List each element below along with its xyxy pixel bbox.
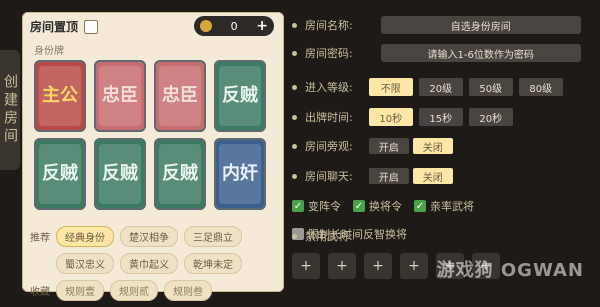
identity-subtitle: 身份牌 [34, 46, 64, 57]
bullet-icon [292, 50, 297, 56]
fav-chip[interactable]: 规则壹 [56, 280, 104, 301]
time-label: 出牌时间: [305, 111, 353, 124]
preset-chip[interactable]: 黄巾起义 [120, 253, 178, 274]
room-name-field[interactable]: 自选身份房间 [380, 16, 581, 34]
fav-chip[interactable]: 规则贰 [110, 280, 158, 301]
preset-chip[interactable]: 楚汉相争 [120, 226, 178, 247]
preset-chip[interactable]: 经典身份 [56, 226, 114, 247]
room-pin-title: 房间置顶 [30, 20, 79, 34]
identity-card[interactable]: 反贼 [94, 138, 146, 210]
level-row: 进入等级: 不限 20级 50级 80级 [292, 78, 592, 96]
level-option[interactable]: 80级 [518, 78, 563, 96]
chat-off[interactable]: 关闭 [412, 168, 453, 184]
identity-card[interactable]: 反贼 [154, 138, 206, 210]
room-password-field[interactable]: 请输入1-6位数作为密码 [380, 44, 581, 62]
identity-card[interactable]: 主公 [34, 60, 86, 132]
time-option[interactable]: 20秒 [468, 108, 513, 126]
chat-toggle: 开启 关闭 [368, 168, 453, 184]
bullet-icon [292, 143, 297, 149]
bullet-icon [292, 22, 297, 28]
preset-chip[interactable]: 蜀汉忠义 [56, 253, 114, 274]
watermark: 游戏狗 OGWAN [436, 260, 584, 281]
ban-slot-add[interactable]: + [328, 253, 356, 279]
fav-chip[interactable]: 规则叁 [164, 280, 212, 301]
time-row: 出牌时间: 10秒 15秒 20秒 [292, 108, 592, 126]
time-option[interactable]: 10秒 [368, 108, 413, 126]
room-password-row: 房间密码: 请输入1-6位数作为密码 [292, 44, 592, 62]
recommend-row-2: 蜀汉忠义 黄巾起义 乾坤未定 [30, 253, 282, 274]
level-option[interactable]: 50级 [468, 78, 513, 96]
identity-card[interactable]: 忠臣 [154, 60, 206, 132]
chat-label: 房间聊天: [305, 170, 353, 183]
coin-value: 0 [230, 19, 238, 33]
ban-label: 禁用武将: [305, 230, 353, 243]
check-icon: ✓ [414, 200, 426, 212]
chat-on[interactable]: 开启 [368, 168, 409, 184]
level-options: 不限 20级 50级 80级 [368, 78, 563, 96]
coin-counter[interactable]: 0 + [194, 16, 274, 36]
spectate-row: 房间旁观: 开启 关闭 [292, 138, 592, 154]
side-tab[interactable]: 创建房间 [0, 50, 20, 170]
ban-slot-add[interactable]: + [364, 253, 392, 279]
bullet-icon [292, 84, 297, 90]
bullet-icon [292, 114, 297, 120]
check-icon: ✓ [353, 200, 365, 212]
level-option[interactable]: 不限 [368, 78, 413, 96]
spectate-toggle: 开启 关闭 [368, 138, 453, 154]
spectate-label: 房间旁观: [305, 140, 353, 153]
time-option[interactable]: 15秒 [418, 108, 463, 126]
time-options: 10秒 15秒 20秒 [368, 108, 513, 126]
recommend-label: 推荐 [30, 233, 50, 244]
spectate-on[interactable]: 开启 [368, 138, 409, 154]
coin-icon [200, 20, 212, 32]
room-name-label: 房间名称: [305, 19, 353, 32]
preset-chip[interactable]: 三足鼎立 [184, 226, 242, 247]
level-label: 进入等级: [305, 81, 353, 94]
chat-row: 房间聊天: 开启 关闭 [292, 168, 592, 184]
identity-card[interactable]: 反贼 [34, 138, 86, 210]
room-name-row: 房间名称: 自选身份房间 [292, 16, 592, 34]
fav-label: 收藏 [30, 287, 50, 298]
level-option[interactable]: 20级 [418, 78, 463, 96]
room-pin-header: 房间置顶 [30, 18, 99, 35]
bullet-icon [292, 173, 297, 179]
ban-row: 禁用武将: [292, 228, 592, 244]
check-icon: ✓ [292, 200, 304, 212]
identity-card[interactable]: 忠臣 [94, 60, 146, 132]
identity-cards: 主公 忠臣 忠臣 反贼 反贼 反贼 反贼 内奸 [34, 60, 274, 220]
preset-chip[interactable]: 乾坤未定 [184, 253, 242, 274]
room-password-label: 房间密码: [305, 47, 353, 60]
ban-slot-add[interactable]: + [400, 253, 428, 279]
pin-checkbox[interactable] [84, 19, 99, 34]
bullet-icon [292, 233, 297, 239]
identity-panel: 房间置顶 0 + 身份牌 主公 忠臣 忠臣 反贼 反贼 反贼 反贼 内奸 推荐 … [22, 12, 284, 301]
room-settings: 房间名称: 自选身份房间 房间密码: 请输入1-6位数作为密码 进入等级: 不限… [292, 8, 592, 292]
feature-checkbox[interactable]: ✓ 换将令 [353, 198, 402, 214]
identity-card[interactable]: 内奸 [214, 138, 266, 210]
recommend-row: 推荐 经典身份 楚汉相争 三足鼎立 [30, 226, 282, 247]
feature-checkbox[interactable]: ✓ 变阵令 [292, 198, 341, 214]
spectate-off[interactable]: 关闭 [412, 138, 453, 154]
feature-checkbox[interactable]: ✓ 亲率武将 [414, 198, 474, 214]
identity-card[interactable]: 反贼 [214, 60, 266, 132]
add-coin-icon[interactable]: + [256, 18, 268, 34]
ban-slot-add[interactable]: + [292, 253, 320, 279]
fav-row: 收藏 规则壹 规则贰 规则叁 [30, 280, 282, 301]
